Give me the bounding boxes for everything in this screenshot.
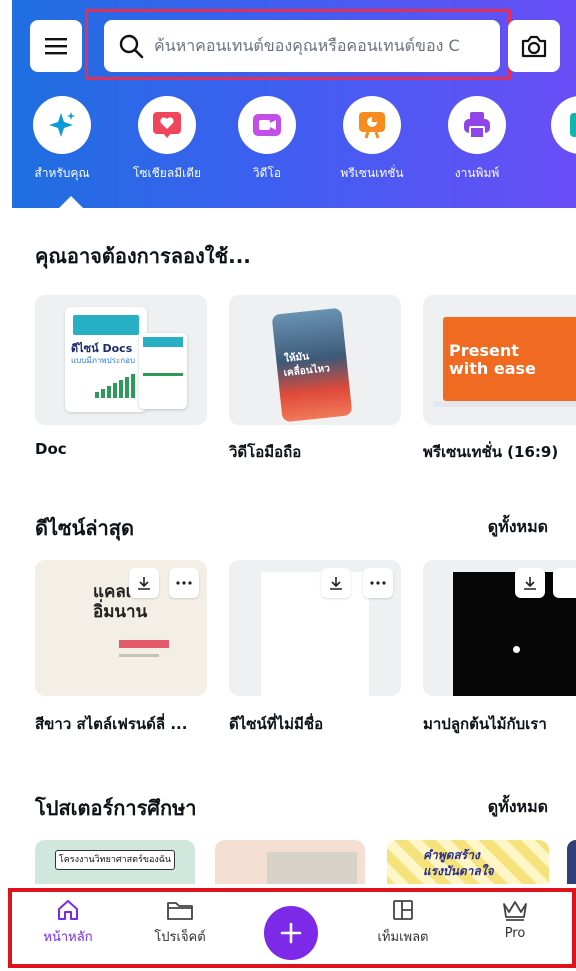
bar-chart-icon	[95, 374, 135, 398]
laptop-thumb-base	[433, 401, 576, 407]
recent-card-label: ดีไซน์ที่ไม่มีชื่อ	[229, 715, 324, 733]
doc-thumb-page: ดีไซน์ Docs แบบมีภาพประกอบ	[65, 307, 147, 412]
more-icon	[370, 581, 386, 585]
try-card-label: วิดีโอมือถือ	[229, 443, 302, 461]
try-card-doc[interactable]: ดีไซน์ Docs แบบมีภาพประกอบ	[35, 295, 207, 425]
recent-see-all-link[interactable]: ดูทั้งหมด	[488, 515, 548, 540]
more-options-button[interactable]	[363, 568, 393, 598]
nav-label: โปรเจ็คต์	[154, 930, 206, 945]
poster-thumb-title: โครงงานวิทยาศาสตร์ของฉัน	[55, 850, 175, 870]
download-button[interactable]	[321, 568, 351, 598]
download-icon	[524, 577, 536, 590]
doc-thumb-banner	[73, 315, 139, 335]
active-tab-indicator	[59, 196, 83, 208]
home-icon	[58, 900, 78, 920]
presentation-thumb-subtitle: with ease	[449, 359, 536, 378]
doc-icon	[570, 113, 576, 137]
category-video[interactable]: วิดีโอ	[217, 96, 317, 183]
recent-thumb-stripe	[119, 640, 169, 648]
download-button[interactable]	[515, 568, 545, 598]
download-button[interactable]	[129, 568, 159, 598]
more-options-button[interactable]	[553, 568, 576, 598]
poster-thumb-subtitle: แรงบันดาลใจ	[423, 864, 494, 878]
phone-thumb: ให้มัน เคลื่อนไหว	[271, 307, 353, 423]
video-icon	[253, 114, 281, 136]
printer-icon	[464, 112, 490, 139]
download-icon	[138, 577, 150, 590]
template-icon	[393, 900, 413, 920]
recent-section-title: ดีไซน์ล่าสุด	[35, 516, 134, 540]
nav-pro[interactable]: Pro	[475, 898, 555, 941]
camera-icon	[521, 35, 547, 58]
category-circle	[343, 96, 401, 154]
try-section-title: คุณอาจต้องการลองใช้...	[35, 244, 251, 268]
doc-thumb-small-banner	[143, 337, 183, 347]
poster-card-2[interactable]	[215, 840, 365, 890]
try-card-mobile-video[interactable]: ให้มัน เคลื่อนไหว	[229, 295, 401, 425]
doc-thumb-subtitle: แบบมีภาพประกอบ	[71, 356, 136, 365]
category-row: สำหรับคุณ โซเชียลมีเดีย วิดีโอ พรีเซนเทช…	[12, 96, 576, 196]
blank-design-thumb	[261, 572, 369, 696]
category-print[interactable]: งานพิมพ์	[427, 96, 527, 183]
category-label: สำหรับคุณ	[34, 166, 90, 180]
laptop-thumb-screen: Present with ease	[443, 317, 576, 401]
recent-card-3[interactable]	[423, 560, 576, 696]
recent-card-label: สีขาว สไตล์เฟรนด์ลี่ ...	[35, 715, 188, 733]
category-presentation[interactable]: พรีเซนเทชั่น	[322, 96, 422, 183]
sparkle-icon	[49, 112, 75, 137]
nav-projects[interactable]: โปรเจ็คต์	[140, 898, 220, 947]
menu-button[interactable]	[30, 20, 82, 72]
doc-thumb-small-line	[143, 373, 183, 376]
recent-thumb-subtitle: อิ่มนาน	[93, 602, 148, 622]
presentation-thumb-title: Present	[449, 341, 519, 360]
download-icon	[330, 577, 342, 590]
recent-thumb-line	[119, 654, 159, 657]
poster-card-3[interactable]: คำพูดสร้าง แรงบันดาลใจ	[387, 840, 549, 890]
category-label: งานพิมพ์	[454, 166, 500, 180]
category-circle	[448, 96, 506, 154]
try-card-label: Doc	[35, 440, 67, 458]
heart-icon	[153, 112, 181, 138]
recent-card-label: มาปลูกต้นไม้กับเรา	[423, 715, 547, 733]
nav-label: Pro	[504, 926, 526, 941]
hamburger-icon	[45, 38, 67, 55]
camera-button[interactable]	[508, 20, 560, 72]
nav-label: หน้าหลัก	[43, 930, 93, 945]
doc-thumb-page-small	[139, 333, 187, 409]
category-circle	[33, 96, 91, 154]
category-label: พรีเซนเทชั่น	[340, 166, 404, 180]
search-highlight	[85, 9, 511, 80]
category-social[interactable]: โซเชียลมีเดีย	[117, 96, 217, 183]
create-design-button[interactable]	[264, 906, 318, 960]
category-label: โซเชียลมีเดีย	[132, 166, 202, 180]
category-circle	[138, 96, 196, 154]
category-circle	[238, 96, 296, 154]
recent-card-1[interactable]: แคลเ อิ่มนาน	[35, 560, 207, 696]
nav-label: เท็มเพลต	[377, 930, 429, 945]
recent-card-2[interactable]	[229, 560, 401, 696]
category-doc[interactable]: D	[530, 96, 576, 178]
poster-card-1[interactable]: โครงงานวิทยาศาสตร์ของฉัน	[35, 840, 195, 890]
more-options-button[interactable]	[169, 568, 199, 598]
crown-icon	[503, 901, 527, 921]
poster-section-title: โปสเตอร์การศึกษา	[35, 796, 197, 820]
category-label: วิดีโอ	[252, 166, 282, 180]
poster-card-4[interactable]	[567, 840, 576, 890]
try-card-presentation[interactable]: Present with ease	[423, 295, 576, 425]
presentation-icon	[359, 112, 385, 139]
nav-templates[interactable]: เท็มเพลต	[363, 898, 443, 947]
light-dot	[513, 646, 520, 653]
category-circle	[551, 96, 576, 154]
plus-icon	[280, 922, 302, 944]
category-for-you[interactable]: สำหรับคุณ	[12, 96, 112, 183]
poster-see-all-link[interactable]: ดูทั้งหมด	[488, 795, 548, 820]
more-icon	[176, 581, 192, 585]
folder-icon	[167, 902, 193, 920]
nav-home[interactable]: หน้าหลัก	[28, 898, 108, 947]
try-card-label: พรีเซนเทชั่น (16:9)	[423, 443, 559, 461]
header: ค้นหาคอนเทนต์ของคุณหรือคอนเทนต์ของ C สำห…	[12, 0, 576, 208]
